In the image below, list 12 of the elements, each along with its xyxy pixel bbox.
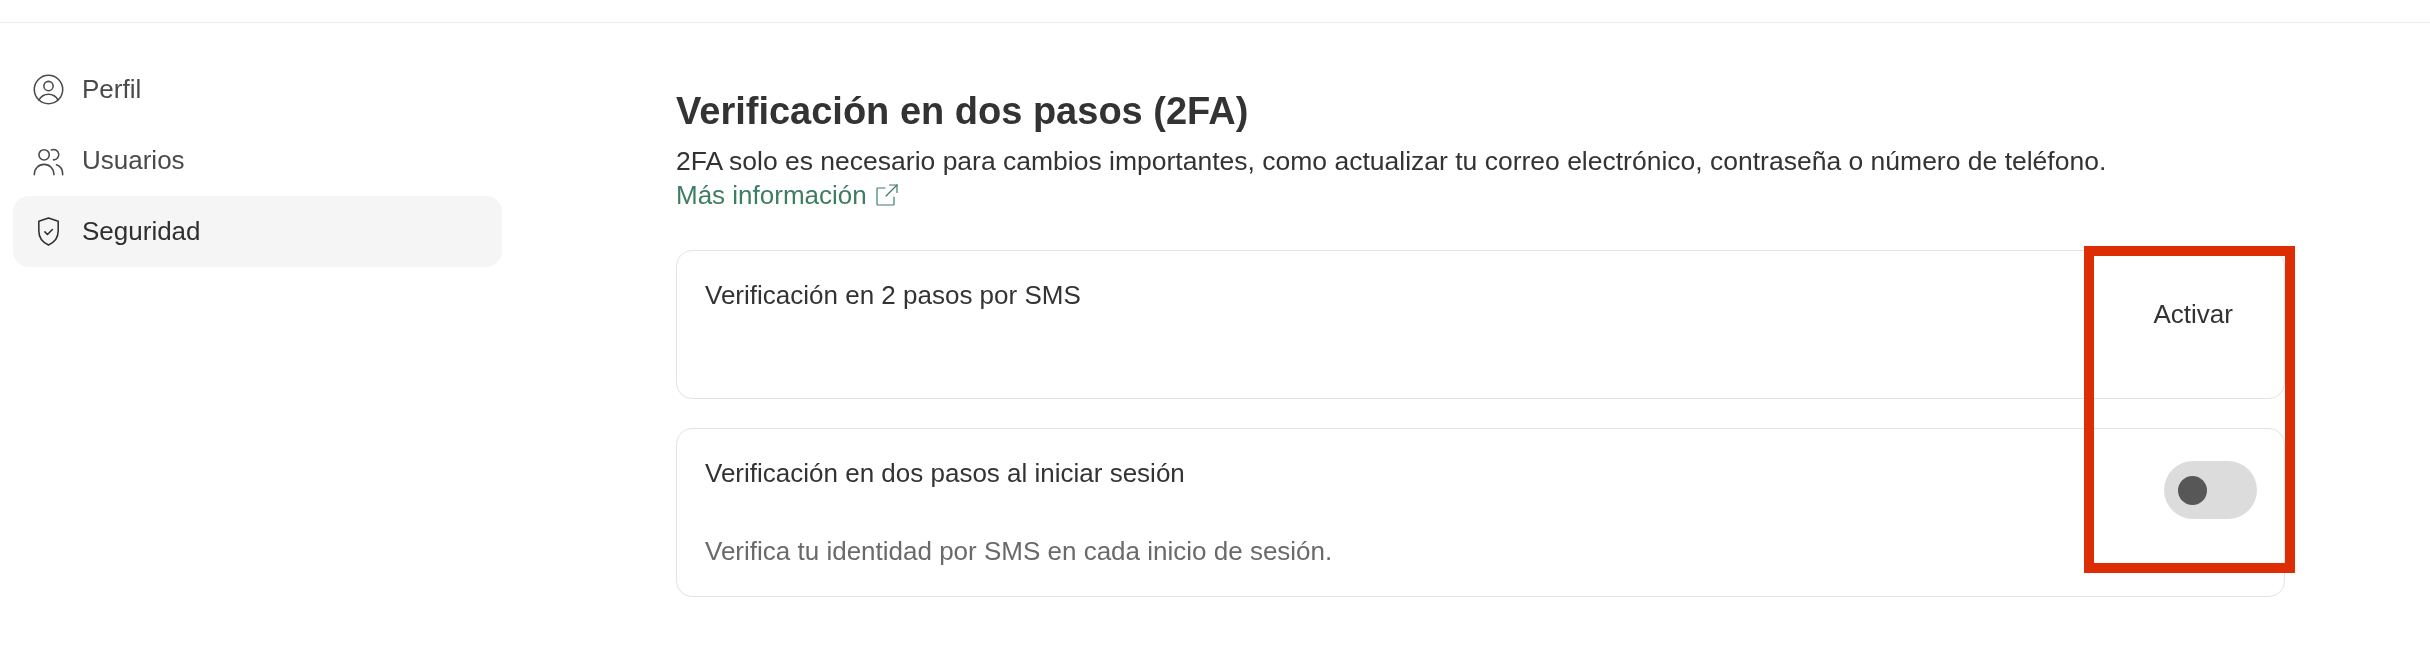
setting-description: Verifica tu identidad por SMS en cada inicio de sesión. — [705, 534, 1333, 568]
sidebar-item[interactable]: Seguridad — [13, 196, 502, 267]
external-link-icon — [874, 183, 899, 207]
activate-button[interactable]: Activar — [2129, 288, 2257, 342]
section-title: Verificación en dos pasos (2FA) — [676, 89, 1250, 134]
more-info-link[interactable]: Más información — [676, 178, 899, 212]
setting-title: Verificación en 2 pasos por SMS — [705, 279, 1081, 312]
section-description: 2FA solo es necesario para cambios importantes, como actualizar tu correo electrónico, contraseña o número de teléfono. — [676, 145, 2108, 178]
user-circle-icon — [33, 74, 64, 105]
sidebar-item[interactable]: Perfil — [13, 54, 502, 125]
setting-title: Verificación en dos pasos al iniciar sesión — [705, 457, 1186, 490]
sidebar-item[interactable]: Usuarios — [13, 125, 502, 196]
